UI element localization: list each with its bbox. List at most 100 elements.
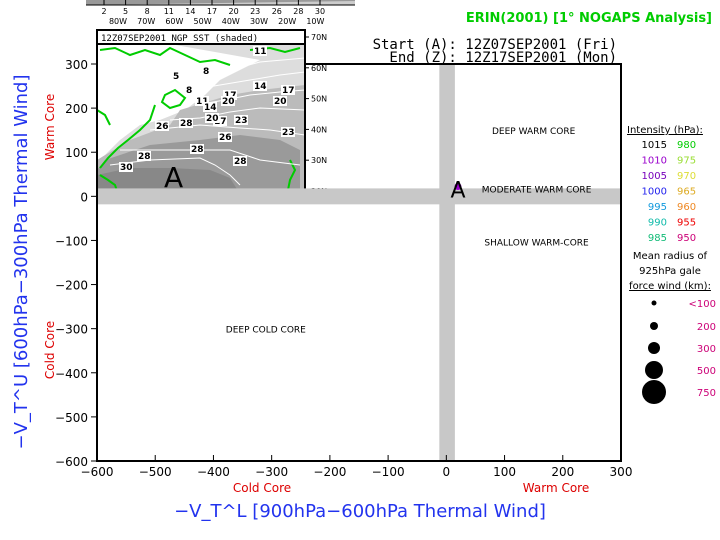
colorbar-tick-label: 8 (145, 7, 150, 16)
intensity-legend-value: 995 (648, 202, 667, 213)
intensity-legend-value: 1005 (642, 171, 667, 182)
colorbar-tick-label: 14 (185, 7, 195, 16)
y-tick-label: −400 (55, 367, 88, 381)
sst-colorbar (86, 0, 355, 6)
y-tick-label: −300 (55, 323, 88, 337)
y-tick-label: 100 (65, 146, 88, 160)
radius-legend: Mean radius of 925hPa gale force wind (k… (629, 251, 716, 404)
x-axis-label: −V_T^L [900hPa−600hPa Thermal Wind] (174, 501, 546, 522)
radius-legend-value: <100 (689, 299, 716, 310)
intensity-legend: Intensity (hPa): 1015 980 1010 975 1005 970 10… (627, 125, 703, 244)
inset-lat-label: 30N (311, 156, 327, 165)
inset-lon-label: 30W (250, 17, 268, 26)
inset-lon-label: 10W (306, 17, 324, 26)
contour-label: 28 (234, 157, 247, 167)
intensity-legend-value: 990 (648, 218, 667, 229)
cyclone-phase-chart: 2 5 8 11 14 17 20 23 26 28 30 80W 70W 60W 50W 40W 30W 20… (11, 0, 716, 522)
quadrant-label: DEEP WARM CORE (492, 127, 576, 137)
neutral-band-vertical (439, 64, 455, 461)
intensity-legend-value: 1015 (642, 140, 667, 151)
y-axis-label: −V_T^U [600hPa−300hPa Thermal Wind] (11, 75, 32, 450)
contour-label: 17 (282, 86, 295, 96)
x-tick-label: −100 (372, 465, 405, 479)
radius-legend-value: 750 (697, 388, 716, 399)
x-tick-label: −400 (197, 465, 230, 479)
colorbar-tick-label: 5 (123, 7, 128, 16)
colorbar-tick-label: 28 (293, 7, 303, 16)
intensity-legend-value: 950 (677, 233, 696, 244)
inset-lat-label: 70N (311, 33, 327, 42)
colorbar-tick-label: 30 (315, 7, 325, 16)
x-tick-label: 100 (493, 465, 516, 479)
inset-title: 12Z07SEP2001 NGP SST (shaded) (101, 34, 258, 44)
inset-lon-label: 70W (137, 17, 155, 26)
inset-lon-label: 50W (194, 17, 212, 26)
inset-lon-label: 80W (109, 17, 127, 26)
contour-label: 26 (219, 133, 232, 143)
contour-label: 5 (173, 72, 179, 82)
y-cold-core-label: Cold Core (43, 321, 57, 379)
inset-lon-label: 20W (278, 17, 296, 26)
radius-legend-marker (651, 300, 657, 306)
quadrant-label: SHALLOW WARM-CORE (484, 238, 589, 248)
contour-label: 23 (235, 116, 248, 126)
inset-lat-label: 40N (311, 125, 327, 134)
x-tick-label: −200 (313, 465, 346, 479)
inset-lat-label: 60N (311, 64, 327, 73)
contour-label: 14 (204, 103, 217, 113)
colorbar-tick-label: 20 (229, 7, 239, 16)
x-tick-label: −300 (255, 465, 288, 479)
intensity-legend-value: 970 (677, 171, 696, 182)
y-tick-label: −600 (55, 455, 88, 469)
radius-legend-marker (648, 342, 660, 354)
colorbar-tick-label: 26 (272, 7, 282, 16)
x-tick-label: 200 (551, 465, 574, 479)
contour-label: 20 (222, 97, 235, 107)
chart-title: ERIN(2001) [1° NOGAPS Analysis] (466, 11, 712, 26)
radius-legend-title-3: force wind (km): (629, 281, 711, 292)
contour-label: 26 (156, 122, 169, 132)
contour-label: 20 (274, 97, 287, 107)
intensity-legend-value: 965 (677, 187, 696, 198)
radius-legend-value: 500 (697, 366, 716, 377)
radius-legend-marker (645, 361, 663, 379)
contour-label: 28 (191, 145, 204, 155)
radius-legend-marker (642, 380, 666, 404)
inset-sst-map: 2 5 8 11 14 17 20 23 26 28 30 80W 70W 60W 50W 40W 30W 20… (86, 0, 355, 196)
y-tick-label: 300 (65, 58, 88, 72)
contour-label: 14 (254, 82, 267, 92)
contour-label: 28 (180, 119, 193, 129)
intensity-legend-value: 960 (677, 202, 696, 213)
contour-label: 8 (186, 86, 192, 96)
contour-label: 23 (282, 128, 295, 138)
inset-lat-label: 50N (311, 95, 327, 104)
intensity-legend-value: 1000 (642, 187, 667, 198)
intensity-legend-title: Intensity (hPa): (627, 125, 703, 136)
radius-legend-value: 200 (697, 322, 716, 333)
quadrant-label: MODERATE WARM CORE (482, 185, 592, 195)
x-tick-label: −500 (139, 465, 172, 479)
intensity-legend-value: 1010 (642, 156, 667, 167)
colorbar-tick-label: 23 (250, 7, 260, 16)
contour-label: 28 (138, 152, 151, 162)
x-tick-label: 0 (443, 465, 451, 479)
y-tick-label: −500 (55, 411, 88, 425)
contour-label: 8 (203, 67, 209, 77)
radius-legend-title-2: 925hPa gale (639, 266, 701, 277)
colorbar-tick-label: 17 (207, 7, 217, 16)
inset-lon-label: 40W (222, 17, 240, 26)
quadrant-label: DEEP COLD CORE (226, 326, 306, 336)
x-cold-core-label: Cold Core (233, 481, 291, 495)
y-warm-core-label: Warm Core (43, 94, 57, 160)
radius-legend-title-1: Mean radius of (633, 251, 708, 262)
track-point-label: A (450, 179, 465, 204)
radius-legend-value: 300 (697, 344, 716, 355)
x-warm-core-label: Warm Core (523, 481, 589, 495)
contour-label: 11 (254, 47, 267, 57)
colorbar-tick-label: 11 (164, 7, 174, 16)
intensity-legend-value: 955 (677, 218, 696, 229)
y-tick-label: −200 (55, 279, 88, 293)
contour-label: 20 (206, 114, 219, 124)
y-tick-label: −100 (55, 234, 88, 248)
colorbar-tick-label: 2 (101, 7, 106, 16)
